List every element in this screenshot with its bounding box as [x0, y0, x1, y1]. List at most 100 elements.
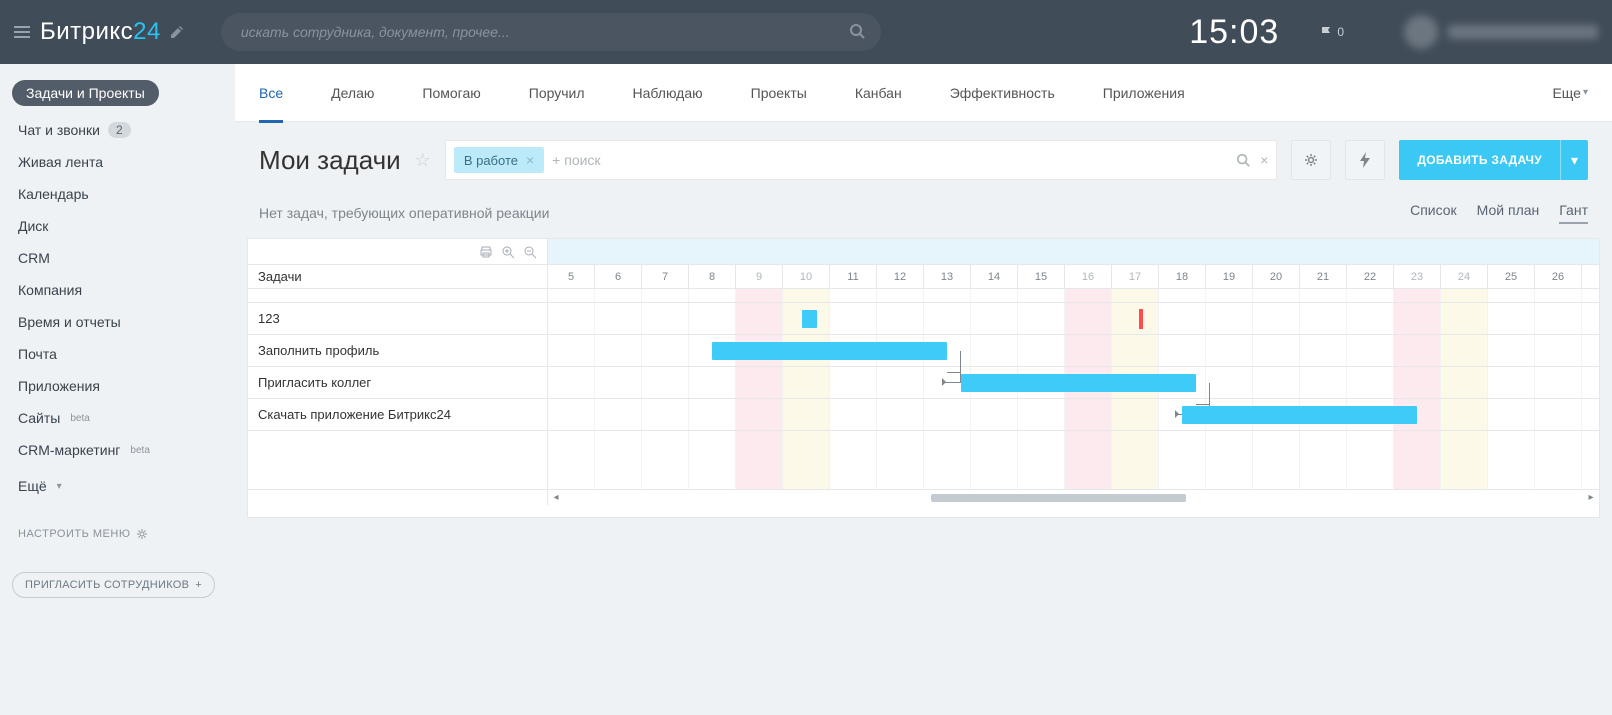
gantt-timeline[interactable]: 567891011121314151617181920212223242526 [548, 239, 1599, 489]
day-header: 5 [548, 265, 595, 288]
star-icon[interactable]: ☆ [415, 150, 431, 171]
gear-icon [136, 528, 148, 540]
invite-button[interactable]: ПРИГЛАСИТЬ СОТРУДНИКОВ + [12, 572, 215, 598]
zoom-out-icon[interactable] [523, 245, 537, 259]
deadline-marker [1139, 309, 1143, 329]
filter-box[interactable]: В работе × + поиск × [445, 140, 1278, 180]
sidebar-config[interactable]: НАСТРОИТЬ МЕНЮ [12, 522, 223, 546]
user-menu[interactable] [1404, 15, 1598, 49]
gear-icon [1303, 152, 1319, 168]
task-row[interactable]: 123 [248, 303, 547, 335]
flag-icon [1319, 25, 1333, 39]
global-search [221, 13, 881, 51]
sidebar-item-time[interactable]: Время и отчеты [12, 306, 223, 338]
sidebar-item-crm[interactable]: CRM [12, 242, 223, 274]
scroll-left-icon[interactable]: ◂ [548, 492, 564, 503]
add-task-button[interactable]: ДОБАВИТЬ ЗАДАЧУ [1399, 140, 1560, 180]
add-task-group: ДОБАВИТЬ ЗАДАЧУ ▾ [1399, 140, 1588, 180]
task-row[interactable]: Скачать приложение Битрикс24 [248, 399, 547, 431]
sidebar-item-disk[interactable]: Диск [12, 210, 223, 242]
chip-remove-icon[interactable]: × [526, 152, 534, 168]
tab-kanban[interactable]: Канбан [855, 64, 902, 122]
tab-watching[interactable]: Наблюдаю [633, 64, 703, 122]
bolt-icon [1358, 152, 1372, 168]
print-icon[interactable] [479, 245, 493, 259]
clear-icon[interactable]: × [1260, 152, 1268, 168]
tab-all[interactable]: Все [259, 64, 283, 122]
filter-placeholder: + поиск [552, 152, 600, 168]
sidebar-item-apps[interactable]: Приложения [12, 370, 223, 402]
tab-projects[interactable]: Проекты [751, 64, 807, 122]
task-row[interactable]: Заполнить профиль [248, 335, 547, 367]
main: Все Делаю Помогаю Поручил Наблюдаю Проек… [235, 64, 1612, 715]
filter-chip[interactable]: В работе × [454, 147, 544, 173]
day-header: 25 [1488, 265, 1535, 288]
view-switch: Список Мой план Гант [1410, 202, 1588, 224]
day-header: 23 [1394, 265, 1441, 288]
gantt-bar[interactable] [802, 310, 817, 328]
day-header: 26 [1535, 265, 1582, 288]
sidebar-item-calendar[interactable]: Календарь [12, 178, 223, 210]
gantt-bar-row [548, 399, 1599, 431]
gantt-task-list: Задачи 123 Заполнить профиль Пригласить … [248, 239, 548, 489]
sidebar-item-chat[interactable]: Чат и звонки 2 [12, 114, 223, 146]
tabs: Все Делаю Помогаю Поручил Наблюдаю Проек… [235, 64, 1612, 122]
scrollbar-thumb[interactable] [931, 494, 1186, 502]
scroll-right-icon[interactable]: ▸ [1583, 492, 1599, 503]
day-header: 20 [1253, 265, 1300, 288]
gantt-bar-row [548, 335, 1599, 367]
topbar: Битрикс24 15:03 0 [0, 0, 1612, 64]
notifications[interactable]: 0 [1319, 25, 1344, 39]
tab-assigned[interactable]: Поручил [529, 64, 585, 122]
sidebar-item-company[interactable]: Компания [12, 274, 223, 306]
gantt-toolbar [248, 239, 547, 265]
add-task-dropdown[interactable]: ▾ [1560, 140, 1588, 180]
gantt-bar[interactable] [961, 374, 1196, 392]
zoom-in-icon[interactable] [501, 245, 515, 259]
horizontal-scrollbar[interactable]: ◂ ▸ [248, 489, 1599, 505]
sidebar-item-sites[interactable]: Сайтыbeta [12, 402, 223, 434]
day-header: 9 [736, 265, 783, 288]
tab-efficiency[interactable]: Эффективность [950, 64, 1055, 122]
view-list[interactable]: Список [1410, 202, 1457, 224]
view-plan[interactable]: Мой план [1477, 202, 1540, 224]
automation-button[interactable] [1345, 140, 1385, 180]
sidebar: Задачи и Проекты Чат и звонки 2 Живая ле… [0, 64, 235, 715]
sidebar-item-mail[interactable]: Почта [12, 338, 223, 370]
dependency-arrow-icon [943, 357, 961, 383]
day-header: 6 [595, 265, 642, 288]
user-name [1448, 25, 1598, 39]
page-title: Мои задачи [259, 145, 401, 176]
clock: 15:03 [1189, 13, 1279, 52]
plus-icon: + [195, 579, 202, 591]
day-header: 14 [971, 265, 1018, 288]
task-row[interactable]: Пригласить коллег [248, 367, 547, 399]
gantt-bar[interactable] [712, 342, 947, 360]
settings-button[interactable] [1291, 140, 1331, 180]
gantt-bar[interactable] [1182, 406, 1417, 424]
avatar [1404, 15, 1438, 49]
day-header: 7 [642, 265, 689, 288]
day-header: 10 [783, 265, 830, 288]
view-gantt[interactable]: Гант [1559, 202, 1588, 224]
search-icon[interactable] [849, 23, 865, 39]
sidebar-item-crm-marketing[interactable]: CRM-маркетингbeta [12, 434, 223, 466]
tab-more[interactable]: Еще [1552, 64, 1588, 122]
status-row: Нет задач, требующих оперативной реакции… [235, 190, 1612, 238]
title-row: Мои задачи ☆ В работе × + поиск × [235, 122, 1612, 190]
sidebar-item-feed[interactable]: Живая лента [12, 146, 223, 178]
gantt-left-header: Задачи [248, 265, 547, 289]
search-input[interactable] [221, 13, 881, 51]
tab-doing[interactable]: Делаю [331, 64, 374, 122]
sidebar-more[interactable]: Ещё [12, 470, 223, 502]
tab-apps[interactable]: Приложения [1103, 64, 1185, 122]
sidebar-item-tasks-active[interactable]: Задачи и Проекты [12, 80, 159, 106]
tab-helping[interactable]: Помогаю [422, 64, 480, 122]
edit-icon[interactable] [169, 24, 197, 40]
logo[interactable]: Битрикс24 [40, 18, 161, 46]
search-icon[interactable] [1236, 153, 1250, 167]
day-header: 12 [877, 265, 924, 288]
day-header: 22 [1347, 265, 1394, 288]
day-header: 18 [1159, 265, 1206, 288]
menu-toggle-icon[interactable] [14, 26, 30, 38]
